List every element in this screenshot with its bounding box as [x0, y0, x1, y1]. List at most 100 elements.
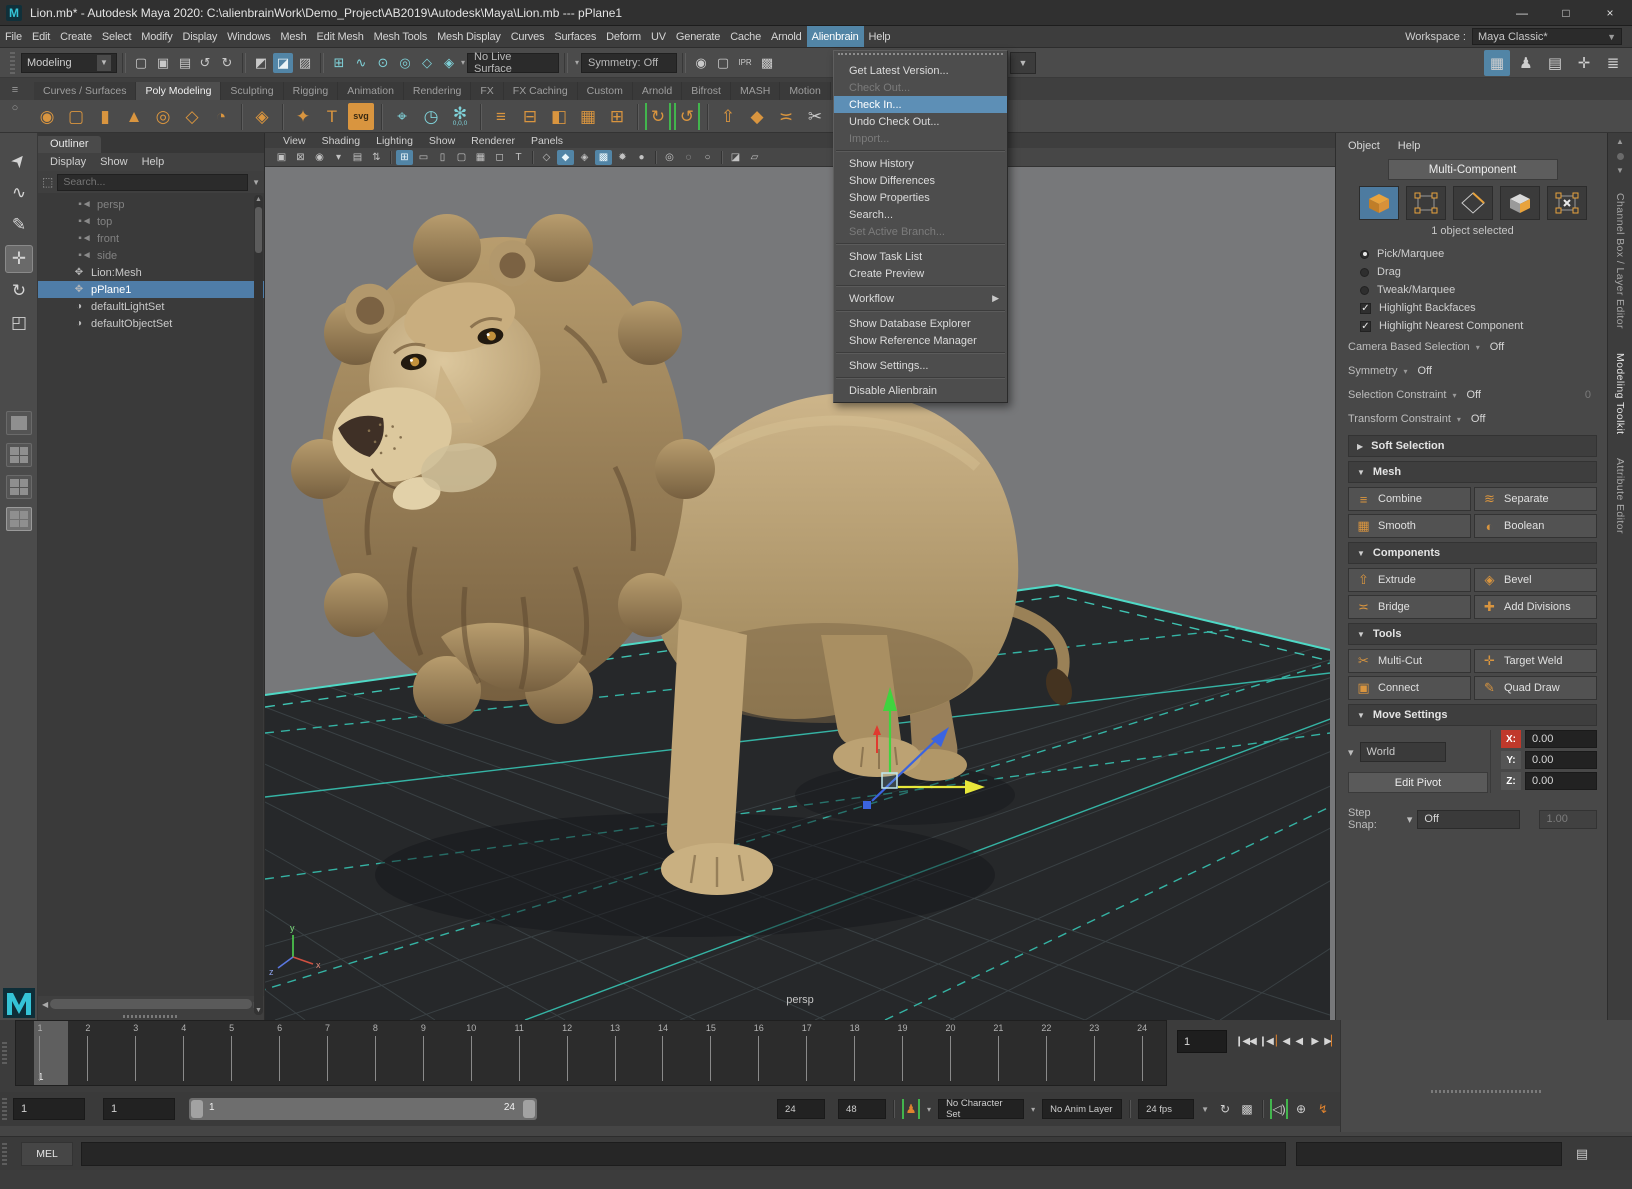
poly-cube-icon[interactable]: ▢ [63, 103, 89, 130]
menu-item-create-preview[interactable]: Create Preview [834, 265, 1007, 282]
frame-7[interactable]: 7 [304, 1021, 352, 1085]
checkbox-highlight-backfaces[interactable]: ✓Highlight Backfaces [1348, 299, 1597, 317]
gate-mask-icon[interactable]: ▢ [453, 150, 470, 165]
frame-24[interactable]: 24 [1118, 1021, 1166, 1085]
playback-end-field[interactable]: 24 [777, 1099, 825, 1119]
object-mode-button[interactable] [1359, 186, 1399, 220]
toolkit-menu-help[interactable]: Help [1398, 140, 1421, 152]
drag-handle[interactable] [10, 52, 15, 74]
select-by-hierarchy-icon[interactable]: ◩ [251, 53, 271, 73]
poly-cylinder-icon[interactable]: ▮ [92, 103, 118, 130]
attribute-editor-toggle-icon[interactable]: ≣ [1600, 50, 1626, 76]
time-marker-icon[interactable]: ⊕ [1292, 1100, 1310, 1118]
frame-21[interactable]: 21 [974, 1021, 1022, 1085]
save-scene-icon[interactable]: ▤ [175, 53, 195, 73]
toolkit-menu-object[interactable]: Object [1348, 140, 1380, 152]
move-tool[interactable]: ✛ [5, 245, 33, 273]
mirror-positive-icon[interactable]: ↻ [645, 103, 671, 130]
drag-handle[interactable] [2, 1143, 7, 1165]
image-plane-icon[interactable]: ▤ [349, 150, 366, 165]
drag-handle[interactable] [2, 1042, 7, 1064]
film-gate-icon[interactable]: ▭ [415, 150, 432, 165]
paint-select-tool[interactable]: ✎ [5, 211, 33, 239]
humanik-toggle-icon[interactable]: ♟ [1513, 50, 1539, 76]
frame-23[interactable]: 23 [1070, 1021, 1118, 1085]
perspective-viewport[interactable]: ViewShadingLightingShowRendererPanels ▣⊠… [265, 133, 1335, 1020]
chevron-down-icon[interactable]: ▾ [1031, 1105, 1035, 1114]
occlusion-icon[interactable]: ◎ [661, 150, 678, 165]
new-scene-icon[interactable]: ▢ [131, 53, 151, 73]
frame-15[interactable]: 15 [687, 1021, 735, 1085]
poly-disc-icon[interactable]: ◔ [208, 103, 234, 130]
frame-8[interactable]: 8 [351, 1021, 399, 1085]
camera-select-icon[interactable]: ▣ [273, 150, 290, 165]
menu-item-import[interactable]: Import... [834, 130, 1007, 147]
multi-cut-icon[interactable]: ✂ [802, 103, 828, 130]
character-set-icon[interactable]: ♟ [902, 1099, 920, 1119]
bridge-icon[interactable]: ≍ [773, 103, 799, 130]
radio-pick-marquee[interactable]: Pick/Marquee [1348, 245, 1597, 263]
motion-blur-icon[interactable]: ◌ [680, 150, 697, 165]
shelf-tab-arnold[interactable]: Arnold [633, 82, 682, 100]
grid-icon[interactable]: ⊞ [396, 150, 413, 165]
frame-13[interactable]: 13 [591, 1021, 639, 1085]
lights-icon[interactable]: ✹ [614, 150, 631, 165]
field-chart-icon[interactable]: ▦ [472, 150, 489, 165]
time-editor-icon[interactable]: ◷ [418, 103, 444, 130]
layout-persp-outliner-button[interactable] [6, 475, 32, 499]
filter-icon[interactable]: ⬚ [42, 175, 53, 189]
command-language-toggle[interactable]: MEL [21, 1142, 73, 1166]
poly-plane-icon[interactable]: ◇ [179, 103, 205, 130]
frame-18[interactable]: 18 [831, 1021, 879, 1085]
separate-button[interactable]: ≋Separate [1474, 487, 1597, 511]
dropdown-symmetry[interactable]: Symmetry▾Off [1348, 359, 1597, 383]
minimize-button[interactable]: — [1500, 0, 1544, 26]
menu-item-show-task-list[interactable]: Show Task List [834, 248, 1007, 265]
shelf-tab-mash[interactable]: MASH [731, 82, 780, 100]
frame-11[interactable]: 11 [495, 1021, 543, 1085]
menu-help[interactable]: Help [864, 26, 896, 47]
menu-item-get-latest-version[interactable]: Get Latest Version... [834, 62, 1007, 79]
render-current-frame-icon[interactable]: ▢ [713, 53, 733, 73]
shelf-tab-rigging[interactable]: Rigging [284, 82, 339, 100]
frame-9[interactable]: 9 [399, 1021, 447, 1085]
play-backwards-button[interactable]: ◀ [1292, 1030, 1305, 1052]
timeline-strip[interactable]: 1 12345678910111213141516171819202122232… [15, 1020, 1167, 1086]
menu-set-selector[interactable]: Modeling▼ [21, 53, 117, 73]
outliner-item-top[interactable]: ▪◄top [38, 213, 264, 230]
panel-resize-handle[interactable] [1431, 1090, 1541, 1093]
menu-edit[interactable]: Edit [27, 26, 55, 47]
bridge-button[interactable]: ≍Bridge [1348, 595, 1471, 619]
scroll-down-icon[interactable]: ▼ [254, 1007, 263, 1014]
move-settings-section[interactable]: ▼ Move Settings [1348, 704, 1597, 726]
menu-alienbrain[interactable]: Alienbrain [807, 26, 864, 47]
frame-16[interactable]: 16 [735, 1021, 783, 1085]
command-input[interactable] [81, 1142, 1286, 1166]
shelf-tab-fx-caching[interactable]: FX Caching [504, 82, 578, 100]
edge-mode-button[interactable] [1453, 186, 1493, 220]
shelf-menu-handle[interactable]: ≡○ [2, 84, 28, 128]
chevron-down-icon[interactable]: ▼ [1201, 1105, 1209, 1114]
translate-x-field[interactable]: 0.00 [1525, 730, 1597, 748]
menu-item-show-settings[interactable]: Show Settings... [834, 357, 1007, 374]
outliner-menu-display[interactable]: Display [50, 156, 86, 168]
viewport-menu-shading[interactable]: Shading [322, 135, 361, 147]
shadows-icon[interactable]: ● [633, 150, 650, 165]
scale-tool[interactable]: ◰ [5, 309, 33, 337]
menu-item-check-in[interactable]: Check In... [834, 96, 1007, 113]
section-tools[interactable]: ▼Tools [1348, 623, 1597, 645]
frame-4[interactable]: 4 [160, 1021, 208, 1085]
smooth-button[interactable]: ▦Smooth [1348, 514, 1471, 538]
chevron-down-icon[interactable]: ▾ [575, 58, 579, 67]
menu-deform[interactable]: Deform [601, 26, 646, 47]
section-components[interactable]: ▼Components [1348, 542, 1597, 564]
menu-item-show-database-explorer[interactable]: Show Database Explorer [834, 315, 1007, 332]
viewport-menu-view[interactable]: View [283, 135, 306, 147]
menu-uv[interactable]: UV [646, 26, 671, 47]
viewport-canvas[interactable]: y x z [265, 167, 1335, 1020]
extrude-icon[interactable]: ⇧ [715, 103, 741, 130]
translate-y-field[interactable]: 0.00 [1525, 751, 1597, 769]
outliner-horizontal-scrollbar[interactable]: ◀ ▶ [38, 996, 264, 1012]
playback-start-field[interactable]: 1 [103, 1098, 175, 1120]
multisample-icon[interactable]: ○ [699, 150, 716, 165]
